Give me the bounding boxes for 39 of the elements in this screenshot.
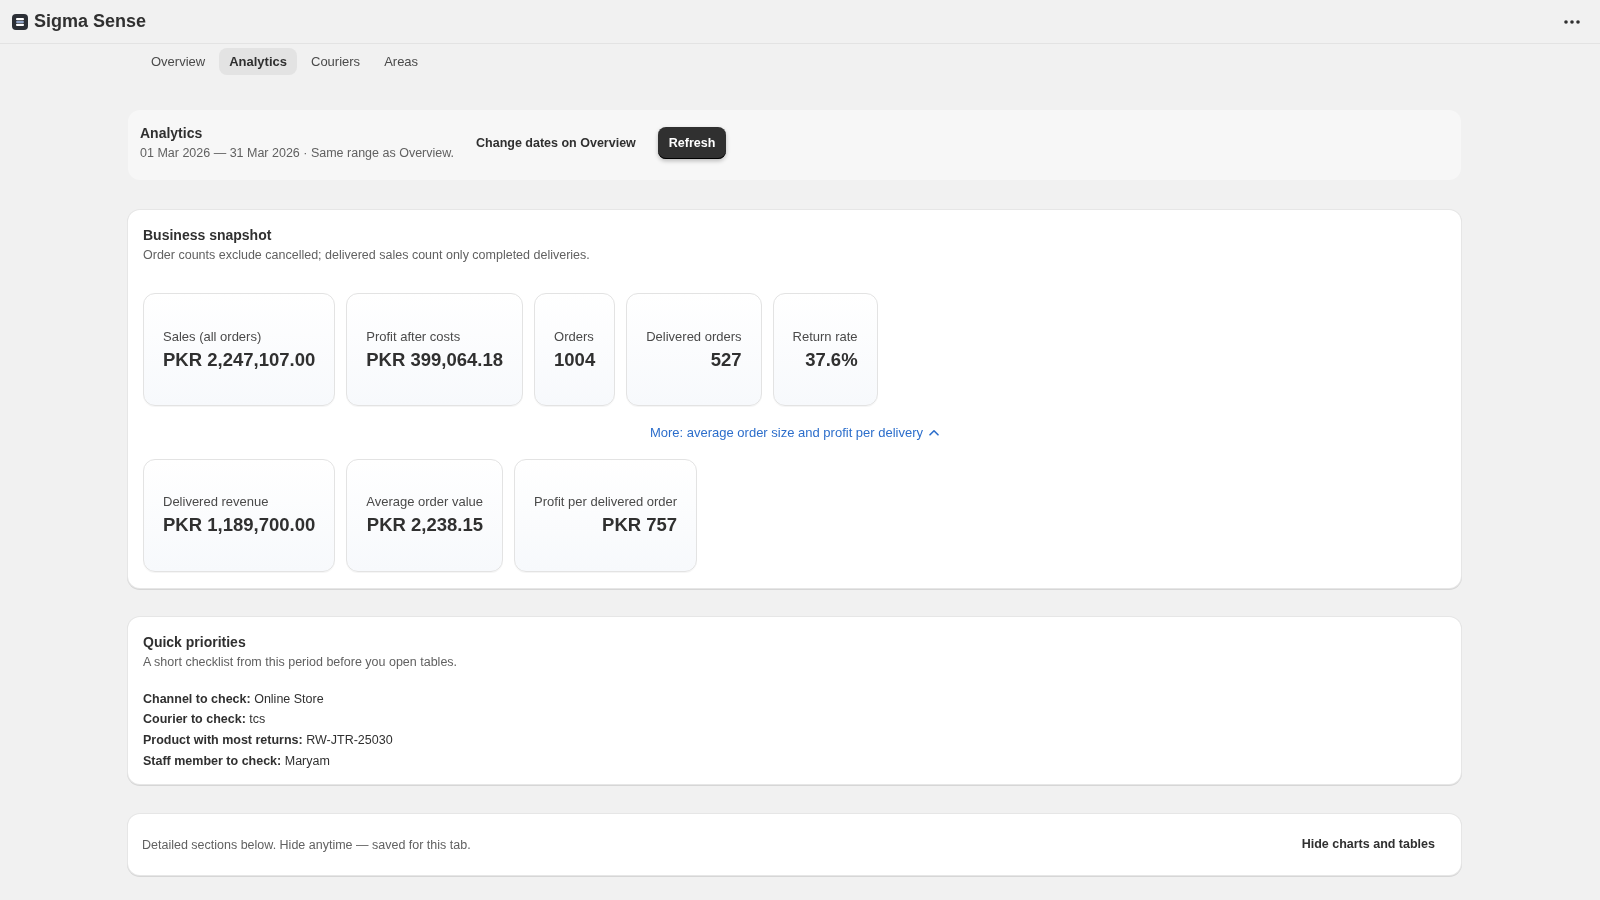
more-metrics-link[interactable]: More: average order size and profit per delivery (649, 423, 940, 443)
metric-value: PKR 757 (601, 513, 678, 537)
priority-item: Channel to check: Online Store (143, 690, 325, 708)
section-title: Analytics (140, 124, 204, 143)
date-range-text: 01 Mar 2026 — 31 Mar 2026 · Same range as Overview. (140, 145, 455, 162)
metric-label: Delivered orders (646, 327, 742, 346)
metric-label: Sales (all orders) (163, 327, 263, 346)
section-title: Business snapshot (143, 226, 273, 245)
chevron-icon[interactable] (929, 429, 940, 437)
metric-value: PKR 1,189,700.00 (163, 513, 316, 537)
priority-item: Staff member to check: Maryam (143, 752, 331, 770)
metric-label: Profit after costs (366, 327, 462, 346)
metric-value: 527 (709, 347, 742, 372)
tab[interactable]: Areas (374, 48, 429, 75)
change-dates-link[interactable]: Change dates on Overview (476, 133, 636, 153)
metric-label: Orders (554, 327, 595, 346)
section-description: Order counts exclude cancelled; delivered sales count only completed deliveries. (143, 247, 591, 264)
metric-label: Average order value (366, 493, 484, 511)
details-text: Detailed sections below. Hide anytime — saved for this tab. (142, 836, 471, 854)
more-icon[interactable] (1564, 19, 1580, 24)
logo-icon (12, 13, 28, 30)
metric-label: Return rate (792, 327, 858, 346)
tab[interactable]: Couriers (301, 48, 371, 75)
metric-label: Delivered revenue (163, 493, 270, 511)
app-title: Sigma Sense (34, 10, 147, 33)
metric-value: PKR 2,247,107.00 (163, 347, 316, 372)
metric-value: PKR 2,238.15 (366, 513, 484, 537)
priority-item: Courier to check: tcs (143, 711, 267, 729)
metric-value: 37.6% (804, 347, 858, 372)
priority-item: Product with most returns: RW-JTR-25030 (143, 731, 394, 749)
section-title: Quick priorities (143, 632, 247, 652)
tab[interactable]: Overview (141, 48, 216, 75)
metric-value: 1004 (554, 347, 596, 372)
section-description: A short checklist from this period before you open tables. (143, 653, 459, 671)
metric-value: PKR 399,064.18 (366, 347, 503, 372)
hide-charts-button[interactable]: Hide charts and tables (1289, 829, 1447, 861)
refresh-button[interactable]: Refresh (657, 126, 727, 160)
metric-label: Profit per delivered order (534, 493, 678, 511)
tab[interactable]: Analytics (219, 48, 297, 75)
